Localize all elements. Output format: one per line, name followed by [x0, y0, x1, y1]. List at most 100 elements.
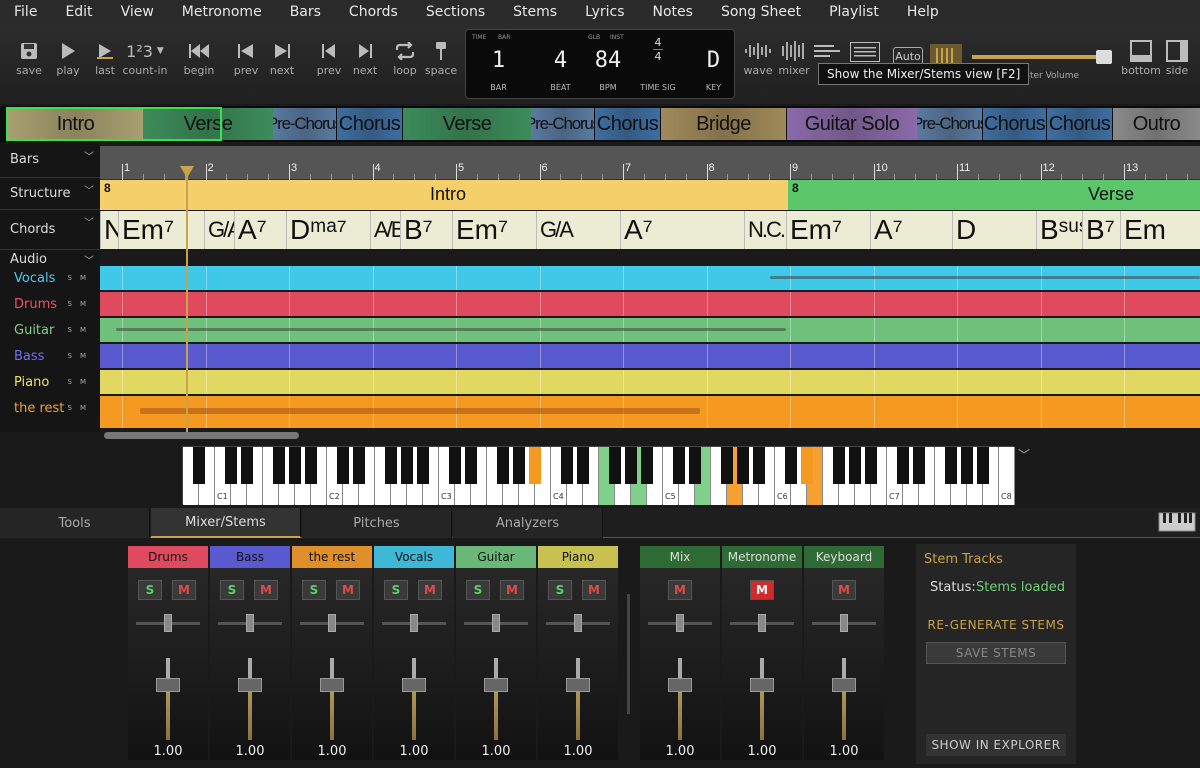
- pan-knob[interactable]: [840, 614, 848, 632]
- last-button[interactable]: last: [85, 38, 125, 77]
- black-key[interactable]: [977, 447, 989, 484]
- black-key[interactable]: [497, 447, 509, 484]
- mute-toggle[interactable]: M: [80, 274, 86, 282]
- black-key[interactable]: [449, 447, 461, 484]
- fader-knob[interactable]: [156, 678, 180, 692]
- black-key[interactable]: [849, 447, 861, 484]
- bpm-readout[interactable]: 84 BPM: [584, 30, 632, 98]
- black-key[interactable]: [289, 447, 301, 484]
- audio-lane-the-rest[interactable]: [100, 396, 1200, 428]
- section-chorus[interactable]: Chorus: [337, 108, 402, 140]
- black-key[interactable]: [673, 447, 685, 484]
- song-sheet-icon[interactable]: [850, 42, 880, 62]
- fader-knob[interactable]: [566, 678, 590, 692]
- tab-pitches[interactable]: Pitches: [302, 508, 452, 538]
- regenerate-stems-button[interactable]: RE-GENERATE STEMS: [926, 614, 1066, 636]
- pan-knob[interactable]: [676, 614, 684, 632]
- count-in-button[interactable]: 1²3 ▼ count-in: [120, 38, 170, 78]
- bottom-panel-button[interactable]: bottom: [1120, 38, 1162, 77]
- menu-metronome[interactable]: Metronome: [168, 4, 276, 20]
- menu-notes[interactable]: Notes: [639, 4, 707, 20]
- menu-view[interactable]: View: [107, 4, 168, 20]
- track-label-the-rest[interactable]: the rest S M: [14, 396, 100, 420]
- sections-timeline[interactable]: IntroVersePre-ChorusChorusVersePre-Choru…: [0, 106, 1200, 142]
- show-in-explorer-button[interactable]: SHOW IN EXPLORER: [926, 734, 1066, 756]
- black-key[interactable]: [801, 447, 813, 484]
- prev-section-button[interactable]: prev: [309, 38, 349, 77]
- loop-button[interactable]: loop: [385, 38, 425, 77]
- black-key[interactable]: [465, 447, 477, 484]
- chord-cell[interactable]: A⁷: [234, 211, 286, 249]
- bar-ruler[interactable]: 1 2 3 4 5 6 7 8 9 10 11 12 13: [100, 146, 1200, 180]
- structure-block-intro[interactable]: 8 Intro: [100, 180, 788, 210]
- fader-knob[interactable]: [668, 678, 692, 692]
- chord-cell[interactable]: G/A: [204, 211, 234, 249]
- pan-knob[interactable]: [758, 614, 766, 632]
- horizontal-scrollbar[interactable]: [104, 432, 299, 439]
- menu-chords[interactable]: Chords: [335, 4, 412, 20]
- black-key[interactable]: [337, 447, 349, 484]
- solo-toggle[interactable]: S: [68, 352, 72, 360]
- section-verse[interactable]: Verse: [403, 108, 531, 140]
- mute-button[interactable]: M: [582, 580, 606, 600]
- playhead-marker-icon[interactable]: [180, 166, 194, 178]
- chord-cell[interactable]: Em⁷: [452, 211, 536, 249]
- black-key[interactable]: [961, 447, 973, 484]
- chord-cell[interactable]: A⁷: [620, 211, 744, 249]
- solo-button[interactable]: S: [302, 580, 326, 600]
- menu-sections[interactable]: Sections: [412, 4, 499, 20]
- section-chorus[interactable]: Chorus: [1047, 108, 1112, 140]
- audio-lane-Vocals[interactable]: [100, 266, 1200, 290]
- chord-cell[interactable]: B⁷: [1082, 211, 1120, 249]
- black-key[interactable]: [753, 447, 765, 484]
- solo-button[interactable]: S: [138, 580, 162, 600]
- black-key[interactable]: [721, 447, 733, 484]
- menu-file[interactable]: File: [0, 4, 51, 20]
- black-key[interactable]: [241, 447, 253, 484]
- solo-toggle[interactable]: S: [68, 300, 72, 308]
- next-section-button[interactable]: next: [345, 38, 385, 77]
- mute-button[interactable]: M: [254, 580, 278, 600]
- track-label-Piano[interactable]: Piano S M: [14, 370, 100, 394]
- pan-knob[interactable]: [328, 614, 336, 632]
- audio-lane-Drums[interactable]: [100, 292, 1200, 316]
- chord-cell[interactable]: NC: [100, 211, 118, 249]
- fader-knob[interactable]: [484, 678, 508, 692]
- lyrics-lines-icon[interactable]: [814, 44, 842, 62]
- black-key[interactable]: [689, 447, 701, 484]
- audio-chevron-icon[interactable]: ﹀: [84, 252, 94, 267]
- pan-knob[interactable]: [164, 614, 172, 632]
- chord-cell[interactable]: Em: [1120, 211, 1200, 249]
- track-label-Bass[interactable]: Bass S M: [14, 344, 100, 368]
- black-key[interactable]: [401, 447, 413, 484]
- menu-bars[interactable]: Bars: [276, 4, 335, 20]
- playhead-line[interactable]: [186, 168, 188, 432]
- track-label-Guitar[interactable]: Guitar S M: [14, 318, 100, 342]
- solo-toggle[interactable]: S: [68, 326, 72, 334]
- mixer-button[interactable]: mixer: [774, 38, 814, 77]
- fader-knob[interactable]: [320, 678, 344, 692]
- black-key[interactable]: [737, 447, 749, 484]
- mute-toggle[interactable]: M: [80, 378, 86, 386]
- black-key[interactable]: [561, 447, 573, 484]
- chords-chevron-icon[interactable]: ﹀: [84, 214, 94, 229]
- section-pre-chorus[interactable]: Pre-Chorus: [917, 108, 982, 140]
- chord-cell[interactable]: G/A: [536, 211, 620, 249]
- chords-lane[interactable]: NCEm⁷G/AA⁷Dᵐᵃ⁷A/BB⁷Em⁷G/AA⁷N.C.Em⁷A⁷DBˢᵘ…: [100, 211, 1200, 249]
- black-key[interactable]: [385, 447, 397, 484]
- black-key[interactable]: [625, 447, 637, 484]
- space-button[interactable]: space: [421, 38, 461, 77]
- section-intro[interactable]: Intro: [8, 108, 143, 140]
- menu-playlist[interactable]: Playlist: [815, 4, 893, 20]
- track-label-Drums[interactable]: Drums S M: [14, 292, 100, 316]
- structure-row-header[interactable]: Structure ﹀: [0, 178, 100, 210]
- chords-row-header[interactable]: Chords ﹀: [0, 210, 100, 250]
- pan-knob[interactable]: [574, 614, 582, 632]
- chord-cell[interactable]: A⁷: [870, 211, 952, 249]
- black-key[interactable]: [897, 447, 909, 484]
- solo-button[interactable]: S: [548, 580, 572, 600]
- black-key[interactable]: [785, 447, 797, 484]
- side-panel-button[interactable]: side: [1158, 38, 1196, 77]
- section-chorus[interactable]: Chorus: [983, 108, 1046, 140]
- tab-analyzers[interactable]: Analyzers: [453, 508, 603, 538]
